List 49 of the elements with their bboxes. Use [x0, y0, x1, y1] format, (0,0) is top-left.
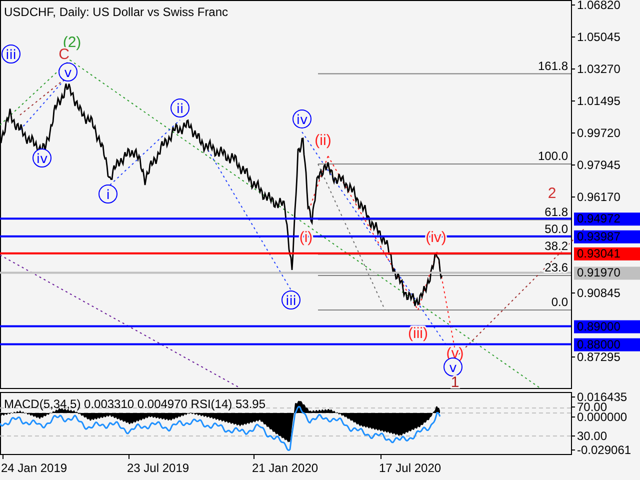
- price-level-tag: 0.93987: [574, 229, 640, 244]
- date-axis-label: 17 Jul 2020: [379, 461, 442, 475]
- price-axis-label: 1.01495: [577, 94, 620, 108]
- wave-label-circle: [2, 44, 20, 64]
- price-axis-label: 1.06820: [577, 0, 620, 12]
- price-axis-label: 0.96170: [577, 190, 620, 204]
- price-level-tag: 0.91970: [574, 266, 640, 280]
- price-axis-label: 1.05045: [577, 30, 620, 44]
- date-axis-label: 23 Jul 2019: [127, 461, 190, 475]
- wave-label: ii: [176, 102, 184, 117]
- indicator-axis-label: -0.029061: [577, 443, 632, 457]
- price-axis-label: 1.03270: [577, 62, 620, 76]
- price-axis-label: 0.99720: [577, 126, 620, 140]
- price-level-tag: 0.94972: [574, 212, 640, 226]
- wave-label: iii: [286, 294, 296, 309]
- chart-title: USDCHF, Daily: US Dollar vs Swiss Franc: [4, 5, 228, 19]
- wave-label: iv: [36, 152, 48, 167]
- wave-label: 2: [548, 185, 556, 202]
- price-level-tag: 0.89000: [574, 319, 640, 334]
- fibonacci-level-label: 61.8: [544, 204, 568, 219]
- fibonacci-level-label: 38.2: [544, 239, 568, 254]
- wave-label: iv: [296, 113, 308, 128]
- fibonacci-level-label: 50.0: [544, 222, 568, 236]
- wave-label-circle: [58, 62, 78, 82]
- date-axis-label: 21 Jan 2020: [252, 461, 318, 475]
- price-level-tag: 0.88000: [574, 337, 640, 352]
- wave-label: iii: [6, 48, 16, 63]
- wave-label-circle: [98, 184, 118, 204]
- wave-label-circle: [292, 110, 312, 128]
- indicator-label: MACD(5,34,5) 0.003310 0.004970 RSI(14) 53.95: [4, 397, 266, 411]
- fibonacci-level-label: 0.0: [551, 295, 568, 309]
- wave-label-circle: [282, 290, 300, 310]
- wave-label: v: [449, 361, 457, 376]
- price-level-tag: 0.93041: [574, 246, 640, 260]
- wave-label: 1: [450, 374, 460, 391]
- indicator-axis-label: 30.00: [577, 429, 608, 443]
- price-axis-label: 0.97945: [577, 158, 620, 172]
- fibonacci-level-label: 100.0: [538, 149, 568, 163]
- fibonacci-level-label: 23.6: [544, 260, 568, 275]
- date-axis-label: 24 Jan 2019: [1, 461, 68, 475]
- wave-label-circle: [32, 148, 52, 168]
- price-axis-label: 0.90845: [577, 286, 620, 300]
- wave-label: (iii): [408, 325, 428, 342]
- price-axis-label: 0.87295: [577, 350, 620, 364]
- fibonacci-level-label: 161.8: [538, 58, 568, 73]
- wave-label: (ii): [314, 132, 332, 149]
- wave-label: v: [64, 66, 72, 81]
- wave-label: i: [106, 188, 110, 203]
- wave-label-circle: [170, 98, 190, 118]
